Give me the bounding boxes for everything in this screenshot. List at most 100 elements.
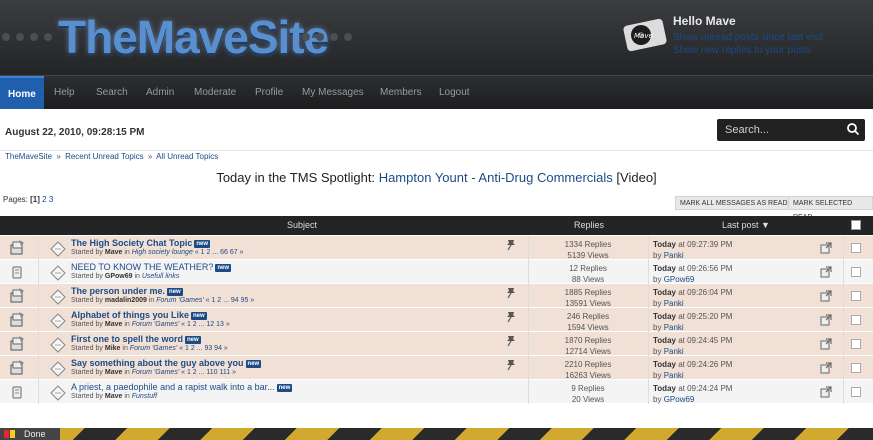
- page-status-icon: [4, 430, 15, 438]
- topic-title[interactable]: The person under me.: [71, 286, 165, 296]
- last-post-user[interactable]: GPow69: [664, 395, 695, 404]
- new-replies-link[interactable]: Show new replies to your posts: [673, 45, 811, 56]
- spotlight-link[interactable]: Hampton Yount - Anti-Drug Commercials: [379, 170, 613, 185]
- row-checkbox[interactable]: [851, 291, 861, 301]
- last-post-time: at 09:26:04 PM: [678, 288, 733, 297]
- topic-board[interactable]: Funstuff: [132, 393, 157, 400]
- row-checkbox[interactable]: [851, 339, 861, 349]
- row-checkbox[interactable]: [851, 243, 861, 253]
- topic-title[interactable]: NEED TO KNOW THE WEATHER?: [71, 262, 213, 272]
- last-post-day: Today: [653, 288, 676, 297]
- select-all-checkbox[interactable]: [851, 220, 861, 230]
- topic-author[interactable]: Mave: [105, 393, 123, 400]
- nav-home[interactable]: Home: [0, 76, 44, 110]
- go-to-last-post-icon[interactable]: [820, 266, 832, 278]
- topic-pages[interactable]: « 1 2 ... 110 111 »: [181, 369, 236, 376]
- site-logo[interactable]: TheMaveSite: [58, 8, 329, 66]
- nav-admin[interactable]: Admin: [146, 76, 174, 110]
- last-post-user[interactable]: Panki: [664, 347, 684, 356]
- last-post-day: Today: [653, 240, 676, 249]
- last-post-user[interactable]: Panki: [664, 251, 684, 260]
- new-badge[interactable]: new: [167, 288, 183, 296]
- row-checkbox[interactable]: [851, 387, 861, 397]
- topic-author[interactable]: madalin2009: [105, 297, 147, 304]
- topic-title[interactable]: Say something about the guy above you: [71, 358, 244, 368]
- new-badge[interactable]: new: [245, 360, 262, 368]
- search-input[interactable]: [725, 122, 845, 138]
- started-by-label: Started by: [71, 273, 103, 280]
- topic-author[interactable]: Mike: [105, 345, 121, 352]
- last-post-user[interactable]: GPow69: [664, 275, 695, 284]
- mark-all-read-button[interactable]: MARK ALL MESSAGES AS READ: [675, 196, 793, 210]
- pages-label: Pages:: [3, 195, 28, 204]
- nav-my-messages[interactable]: My Messages: [302, 76, 364, 110]
- topic-board[interactable]: Forum 'Games': [156, 297, 203, 304]
- topic-author[interactable]: Mave: [105, 369, 123, 376]
- last-post-day: Today: [653, 264, 676, 273]
- topic-author[interactable]: GPow69: [105, 273, 133, 280]
- last-post-user[interactable]: Panki: [664, 371, 684, 380]
- breadcrumb-home[interactable]: TheMaveSite: [5, 152, 52, 161]
- unread-posts-link[interactable]: Show unread posts since last visit: [673, 32, 823, 43]
- page-link-3[interactable]: 3: [49, 195, 53, 204]
- avatar[interactable]: Mave: [621, 14, 669, 54]
- message-type-icon: [50, 337, 66, 353]
- last-post-header[interactable]: Last post ▼: [722, 216, 770, 235]
- new-badge[interactable]: new: [276, 384, 293, 392]
- in-label: in: [124, 249, 130, 256]
- go-to-last-post-icon[interactable]: [820, 242, 832, 254]
- nav-help[interactable]: Help: [54, 76, 75, 110]
- topic-pages[interactable]: « 1 2 ... 93 94 »: [179, 345, 228, 352]
- nav-members[interactable]: Members: [380, 76, 422, 110]
- new-badge[interactable]: new: [215, 264, 232, 272]
- message-type-icon: [50, 289, 66, 305]
- new-badge[interactable]: new: [194, 240, 211, 248]
- go-to-last-post-icon[interactable]: [820, 290, 832, 302]
- new-badge[interactable]: new: [191, 312, 207, 320]
- last-post-user[interactable]: Panki: [664, 323, 684, 332]
- mark-selected-read-button[interactable]: MARK SELECTED READ: [788, 196, 873, 221]
- breadcrumb-recent-unread[interactable]: Recent Unread Topics: [65, 152, 144, 161]
- subject-header[interactable]: Subject: [287, 216, 317, 235]
- reply-count: 12 Replies: [569, 264, 607, 273]
- search-icon[interactable]: [846, 122, 860, 136]
- topic-board[interactable]: Usefull links: [142, 273, 179, 280]
- topic-board[interactable]: High society lounge: [132, 249, 193, 256]
- sticky-pin-icon: [507, 336, 515, 347]
- last-post-time: at 09:24:45 PM: [678, 336, 733, 345]
- topic-title[interactable]: The High Society Chat Topic: [71, 238, 192, 248]
- topic-author[interactable]: Mave: [105, 321, 123, 328]
- topic-board[interactable]: Forum 'Games': [132, 369, 179, 376]
- row-checkbox[interactable]: [851, 315, 861, 325]
- go-to-last-post-icon[interactable]: [820, 386, 832, 398]
- search-box: [717, 119, 865, 141]
- topic-board[interactable]: Forum 'Games': [132, 321, 179, 328]
- topic-title[interactable]: First one to spell the word: [71, 334, 183, 344]
- in-label: in: [134, 273, 140, 280]
- nav-search[interactable]: Search: [96, 76, 128, 110]
- table-row: The High Society Chat Topic new Started by…: [0, 236, 873, 260]
- replies-header[interactable]: Replies: [574, 216, 604, 235]
- go-to-last-post-icon[interactable]: [820, 314, 832, 326]
- topic-pages[interactable]: « 1 2 ... 94 95 »: [206, 297, 255, 304]
- topic-pages[interactable]: « 1 2 ... 12 13 »: [181, 321, 230, 328]
- nav-moderate[interactable]: Moderate: [194, 76, 236, 110]
- row-checkbox[interactable]: [851, 363, 861, 373]
- topic-title[interactable]: A priest, a paedophile and a rapist walk…: [71, 382, 275, 392]
- go-to-last-post-icon[interactable]: [820, 362, 832, 374]
- started-by-label: Started by: [71, 393, 103, 400]
- topic-author[interactable]: Mave: [105, 249, 123, 256]
- new-badge[interactable]: new: [185, 336, 201, 344]
- status-text: Done: [24, 429, 46, 439]
- nav-profile[interactable]: Profile: [255, 76, 283, 110]
- row-checkbox[interactable]: [851, 267, 861, 277]
- breadcrumb-all-unread[interactable]: All Unread Topics: [156, 152, 218, 161]
- nav-logout[interactable]: Logout: [439, 76, 470, 110]
- reply-count: 1885 Replies: [564, 288, 612, 297]
- go-to-last-post-icon[interactable]: [820, 338, 832, 350]
- topic-pages[interactable]: « 1 2 ... 66 67 »: [195, 249, 244, 256]
- last-post-user[interactable]: Panki: [664, 299, 684, 308]
- page-link-2[interactable]: 2: [42, 195, 46, 204]
- topic-title[interactable]: Alphabet of things you Like: [71, 310, 189, 320]
- topic-board[interactable]: Forum 'Games': [130, 345, 177, 352]
